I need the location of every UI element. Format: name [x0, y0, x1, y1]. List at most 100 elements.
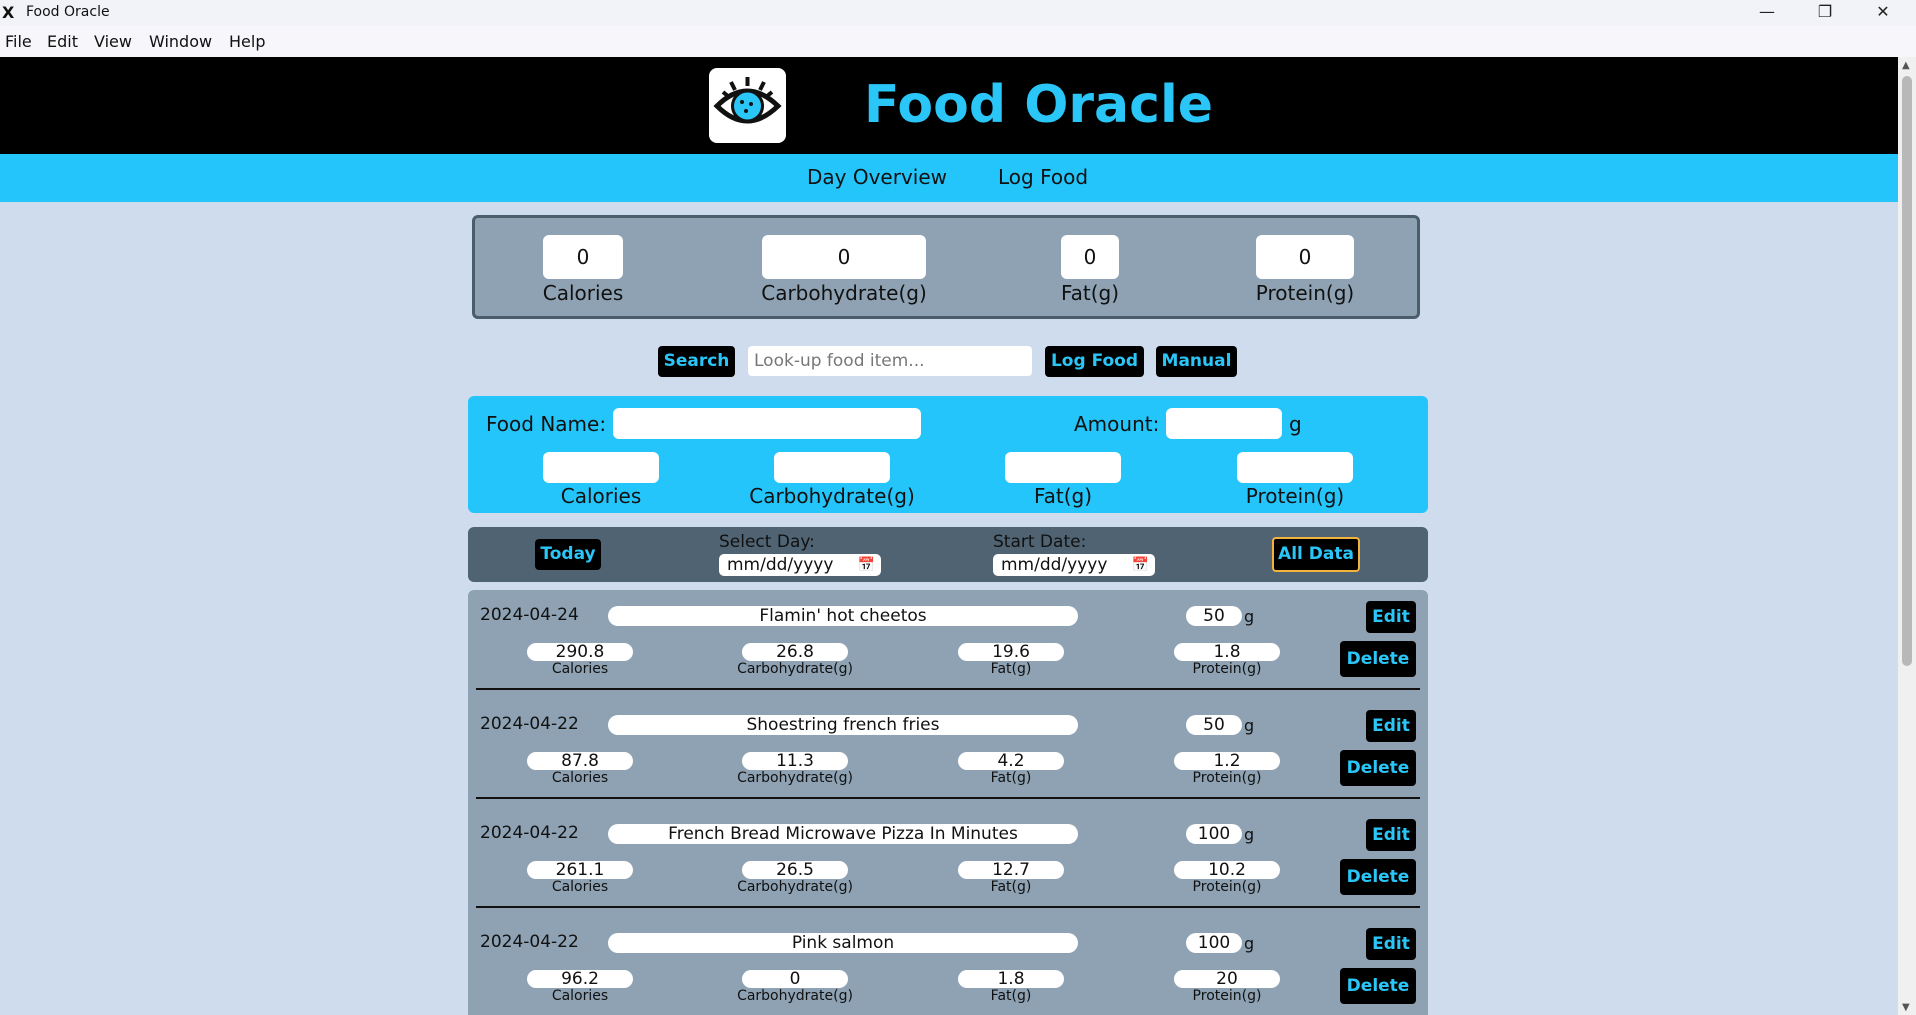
entry-amount-unit: g: [1244, 716, 1255, 735]
entry-calories-label: Calories: [551, 988, 609, 1004]
today-button[interactable]: Today: [535, 539, 601, 570]
log-entry: 2024-04-24 Flamin' hot cheetos 50 g Edit…: [468, 590, 1428, 699]
select-day-input[interactable]: mm/dd/yyyy 📅: [719, 554, 881, 576]
nav-day-overview[interactable]: Day Overview: [807, 165, 947, 189]
minimize-icon[interactable]: —: [1738, 0, 1796, 26]
calendar-icon[interactable]: 📅: [858, 554, 875, 576]
entry-calories-label: Calories: [551, 770, 609, 786]
app-icon: X: [2, 3, 15, 22]
entry-protein-label: Protein(g): [1192, 988, 1262, 1004]
page-scrollbar[interactable]: ▲ ▼: [1898, 57, 1916, 1015]
entry-date: 2024-04-22: [480, 823, 579, 843]
manual-entry-panel: Food Name: Amount: g Calories Carbohydra…: [468, 396, 1428, 513]
start-date-input[interactable]: mm/dd/yyyy 📅: [993, 554, 1155, 576]
menu-view[interactable]: View: [94, 32, 132, 51]
menu-edit[interactable]: Edit: [47, 32, 78, 51]
calories-input[interactable]: [543, 452, 659, 483]
total-calories-label: Calories: [542, 281, 624, 305]
carbs-input[interactable]: [774, 452, 890, 483]
entry-calories: 261.1: [527, 861, 633, 879]
total-calories-value: 0: [543, 235, 623, 279]
entry-amount: 100: [1186, 824, 1242, 844]
select-day-label: Select Day:: [719, 532, 815, 552]
protein-label: Protein(g): [1245, 484, 1345, 508]
entry-fat-label: Fat(g): [990, 770, 1032, 786]
entry-protein-label: Protein(g): [1192, 770, 1262, 786]
entry-name: Pink salmon: [608, 933, 1078, 953]
entry-fat-label: Fat(g): [990, 661, 1032, 677]
entry-carbs-label: Carbohydrate(g): [737, 988, 853, 1004]
entry-amount: 100: [1186, 933, 1242, 953]
search-button[interactable]: Search: [658, 346, 735, 377]
edit-button[interactable]: Edit: [1366, 928, 1416, 960]
total-protein-label: Protein(g): [1255, 281, 1355, 305]
menu-help[interactable]: Help: [229, 32, 265, 51]
log-entry: 2024-04-22 Pink salmon 100 g Edit 96.2 C…: [468, 917, 1428, 1015]
entry-date: 2024-04-22: [480, 714, 579, 734]
entry-date: 2024-04-22: [480, 932, 579, 952]
entry-amount: 50: [1186, 715, 1242, 735]
total-protein-value: 0: [1256, 235, 1354, 279]
select-day-value: mm/dd/yyyy: [727, 555, 834, 575]
protein-input[interactable]: [1237, 452, 1353, 483]
delete-button[interactable]: Delete: [1340, 968, 1416, 1004]
entry-amount-unit: g: [1244, 825, 1255, 844]
entry-calories-label: Calories: [551, 661, 609, 677]
manual-button[interactable]: Manual: [1156, 346, 1237, 377]
fat-label: Fat(g): [1033, 484, 1093, 508]
date-filter-bar: Today Select Day: mm/dd/yyyy 📅 Start Dat…: [468, 527, 1428, 582]
entry-calories-label: Calories: [551, 879, 609, 895]
log-entry: 2024-04-22 Shoestring french fries 50 g …: [468, 699, 1428, 808]
total-carbs-value: 0: [762, 235, 926, 279]
calendar-icon[interactable]: 📅: [1132, 554, 1149, 576]
app-brand-title: Food Oracle: [864, 75, 1214, 135]
entry-name: French Bread Microwave Pizza In Minutes: [608, 824, 1078, 844]
food-name-input[interactable]: [613, 408, 921, 439]
scroll-thumb[interactable]: [1902, 76, 1912, 666]
entry-protein-label: Protein(g): [1192, 661, 1262, 677]
search-input[interactable]: Look-up food item...: [748, 346, 1032, 376]
nav-log-food[interactable]: Log Food: [998, 165, 1088, 189]
entry-calories: 290.8: [527, 643, 633, 661]
entry-fat-label: Fat(g): [990, 988, 1032, 1004]
entry-fat: 12.7: [958, 861, 1064, 879]
entry-carbs: 26.5: [742, 861, 848, 879]
entry-protein-label: Protein(g): [1192, 879, 1262, 895]
all-data-button[interactable]: All Data: [1272, 537, 1360, 572]
delete-button[interactable]: Delete: [1340, 859, 1416, 895]
entry-carbs-label: Carbohydrate(g): [737, 879, 853, 895]
entry-protein: 10.2: [1174, 861, 1280, 879]
log-entry: 2024-04-22 French Bread Microwave Pizza …: [468, 808, 1428, 917]
food-name-label: Food Name:: [486, 412, 607, 436]
amount-input[interactable]: [1166, 408, 1282, 439]
entry-fat-label: Fat(g): [990, 879, 1032, 895]
entry-divider: [476, 906, 1420, 908]
entry-amount-unit: g: [1244, 607, 1255, 626]
entry-fat: 19.6: [958, 643, 1064, 661]
edit-button[interactable]: Edit: [1366, 601, 1416, 633]
entry-carbs: 11.3: [742, 752, 848, 770]
entry-divider: [476, 797, 1420, 799]
window-title: Food Oracle: [26, 4, 110, 20]
log-food-button[interactable]: Log Food: [1045, 346, 1144, 377]
restore-icon[interactable]: ❐: [1796, 0, 1854, 26]
edit-button[interactable]: Edit: [1366, 819, 1416, 851]
eye-cookie-icon: [713, 77, 782, 124]
delete-button[interactable]: Delete: [1340, 750, 1416, 786]
entry-name: Flamin' hot cheetos: [608, 606, 1078, 626]
entry-amount: 50: [1186, 606, 1242, 626]
close-icon[interactable]: ✕: [1854, 0, 1912, 26]
scroll-down-icon[interactable]: ▼: [1902, 1002, 1910, 1013]
food-log-list: 2024-04-24 Flamin' hot cheetos 50 g Edit…: [468, 590, 1428, 1015]
fat-input[interactable]: [1005, 452, 1121, 483]
menu-window[interactable]: Window: [149, 32, 212, 51]
entry-carbs-label: Carbohydrate(g): [737, 770, 853, 786]
delete-button[interactable]: Delete: [1340, 641, 1416, 677]
entry-protein: 1.2: [1174, 752, 1280, 770]
daily-totals-panel: 0 Calories 0 Carbohydrate(g) 0 Fat(g) 0 …: [472, 215, 1420, 319]
menu-file[interactable]: File: [5, 32, 32, 51]
edit-button[interactable]: Edit: [1366, 710, 1416, 742]
entry-date: 2024-04-24: [480, 605, 579, 625]
scroll-up-icon[interactable]: ▲: [1902, 60, 1910, 71]
start-date-label: Start Date:: [993, 532, 1087, 552]
